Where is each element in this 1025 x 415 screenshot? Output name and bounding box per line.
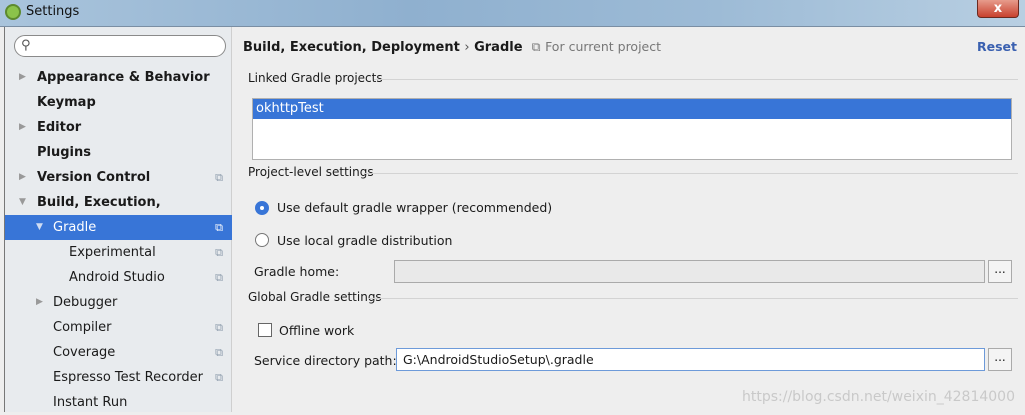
sidebar-item-espresso[interactable]: Espresso Test Recorder ⧉ <box>5 365 232 390</box>
sidebar-item-keymap[interactable]: Keymap <box>5 90 232 115</box>
sidebar-item-compiler[interactable]: Compiler ⧉ <box>5 315 232 340</box>
android-studio-logo-icon <box>5 4 21 20</box>
sidebar-item-plugins[interactable]: Plugins <box>5 140 232 165</box>
divider <box>364 173 1018 174</box>
expand-arrow-icon[interactable]: ▶ <box>36 290 43 315</box>
sidebar-item-label: Version Control <box>37 170 151 185</box>
section-title: Linked Gradle projects <box>248 71 383 85</box>
sidebar-item-appearance[interactable]: ▶ Appearance & Behavior <box>5 65 232 90</box>
sidebar-item-coverage[interactable]: Coverage ⧉ <box>5 340 232 365</box>
breadcrumb: Build, Execution, Deployment › Gradle ⧉ … <box>243 39 661 55</box>
sidebar-item-instant-run[interactable]: Instant Run <box>5 390 232 415</box>
gradle-home-label: Gradle home: <box>254 264 340 279</box>
project-scope-icon: ⧉ <box>215 171 223 184</box>
breadcrumb-separator: › <box>464 40 470 55</box>
section-title: Project-level settings <box>248 165 374 179</box>
close-window-button[interactable]: x <box>977 0 1019 18</box>
breadcrumb-parent: Build, Execution, Deployment <box>243 40 460 55</box>
sidebar-item-build[interactable]: ▼Build, Execution, Deployment <box>5 190 232 235</box>
collapse-arrow-icon[interactable]: ▼ <box>36 215 43 240</box>
sidebar-item-label: Keymap <box>37 95 96 110</box>
scope-label: For current project <box>545 39 662 54</box>
sidebar-item-label: Gradle <box>53 220 97 235</box>
watermark: https://blog.csdn.net/weixin_42814000 <box>741 389 1015 405</box>
expand-arrow-icon[interactable]: ▶ <box>19 115 26 140</box>
service-directory-label: Service directory path: <box>254 353 397 368</box>
offline-work-checkbox[interactable] <box>258 323 272 337</box>
sidebar-item-label: Editor <box>37 120 82 135</box>
divider <box>374 79 1018 80</box>
linked-projects-list[interactable]: okhttpTest <box>252 98 1012 160</box>
sidebar-item-version-control[interactable]: ▶ Version Control ⧉ <box>5 165 232 190</box>
local-distribution-label[interactable]: Use local gradle distribution <box>277 233 452 248</box>
service-directory-browse-button[interactable]: ... <box>988 348 1012 371</box>
offline-work-label[interactable]: Offline work <box>279 323 354 338</box>
expand-arrow-icon[interactable]: ▶ <box>19 65 26 90</box>
sidebar-item-label: Appearance & Behavior <box>37 70 210 85</box>
section-project-level: Project-level settings <box>248 165 1018 179</box>
search-input[interactable]: ⚲ <box>14 35 226 57</box>
sidebar-item-label: Espresso Test Recorder <box>53 370 203 385</box>
gradle-home-browse-button[interactable]: ... <box>988 260 1012 283</box>
section-title: Global Gradle settings <box>248 290 382 304</box>
section-linked-projects: Linked Gradle projects <box>248 71 1018 85</box>
window-title: Settings <box>26 4 80 19</box>
project-scope-icon: ⧉ <box>531 39 541 54</box>
expand-arrow-icon[interactable]: ▶ <box>19 165 26 190</box>
local-distribution-radio[interactable] <box>255 233 269 247</box>
settings-sidebar: ⚲ ▶ Appearance & Behavior Keymap ▶ Editor … <box>4 27 232 412</box>
default-wrapper-label[interactable]: Use default gradle wrapper (recommended) <box>277 200 552 215</box>
sidebar-item-gradle[interactable]: ▼ Gradle ⧉ <box>5 215 232 240</box>
gradle-home-input[interactable] <box>394 260 985 283</box>
breadcrumb-current: Gradle <box>474 40 523 55</box>
collapse-arrow-icon[interactable]: ▼ <box>19 190 26 215</box>
sidebar-item-editor[interactable]: ▶ Editor <box>5 115 232 140</box>
list-item[interactable]: okhttpTest <box>253 99 1011 119</box>
sidebar-item-label: Plugins <box>37 145 91 160</box>
divider <box>368 298 1018 299</box>
sidebar-item-android-studio[interactable]: Android Studio ⧉ <box>5 265 232 290</box>
sidebar-item-experimental[interactable]: Experimental ⧉ <box>5 240 232 265</box>
title-bar: Settings x <box>0 0 1025 26</box>
sidebar-item-label: Debugger <box>53 295 118 310</box>
project-scope-icon: ⧉ <box>215 346 223 359</box>
sidebar-item-label: Instant Run <box>53 395 128 410</box>
sidebar-item-label: Coverage <box>53 345 116 360</box>
default-wrapper-radio[interactable] <box>255 201 269 215</box>
sidebar-item-label: Android Studio <box>69 270 165 285</box>
settings-panel: Build, Execution, Deployment › Gradle ⧉ … <box>232 27 1025 412</box>
project-scope-icon: ⧉ <box>215 371 223 384</box>
project-scope-icon: ⧉ <box>215 221 223 234</box>
service-directory-input[interactable]: G:\AndroidStudioSetup\.gradle <box>396 348 985 371</box>
section-global: Global Gradle settings <box>248 290 1018 304</box>
project-scope-icon: ⧉ <box>215 271 223 284</box>
sidebar-item-label: Compiler <box>53 320 112 335</box>
reset-link[interactable]: Reset <box>977 39 1017 54</box>
search-icon: ⚲ <box>21 38 31 53</box>
sidebar-item-label: Experimental <box>69 245 156 260</box>
sidebar-item-debugger[interactable]: ▶ Debugger <box>5 290 232 315</box>
project-scope-icon: ⧉ <box>215 246 223 259</box>
project-scope-icon: ⧉ <box>215 321 223 334</box>
